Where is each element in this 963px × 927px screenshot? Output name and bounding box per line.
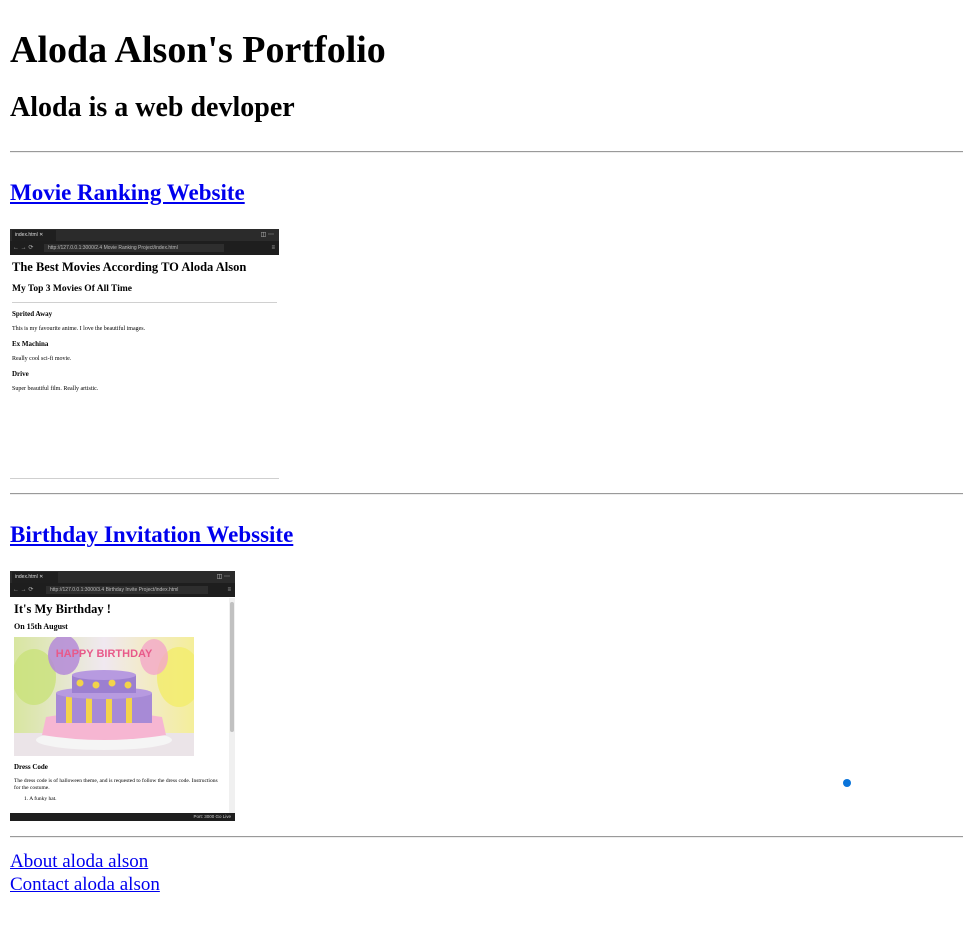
menu-icon: ≡ (227, 587, 231, 593)
about-link[interactable]: About aloda alson (10, 850, 963, 873)
footer-links: About aloda alson Contact aloda alson (10, 850, 963, 896)
scrollbar-thumb (230, 602, 234, 732)
movie-title: Ex Machina (12, 340, 49, 348)
preview-bottom-line (10, 478, 279, 479)
preview-content: It's My Birthday ! On 15th August HAPPY … (10, 598, 229, 813)
preview-content: The Best Movies According TO Aloda Alson… (10, 255, 279, 393)
project-heading-birthday: Birthday Invitation Webssite (10, 521, 963, 549)
cursor-indicator-icon (843, 779, 851, 787)
project-heading-movie: Movie Ranking Website (10, 179, 963, 207)
movie-desc: This is my favourite anime. I love the b… (12, 326, 146, 332)
contact-link[interactable]: Contact aloda alson (10, 873, 963, 896)
divider (10, 836, 963, 838)
browser-tab: index.html ✕ (12, 572, 58, 583)
birthday-invitation-link[interactable]: Birthday Invitation Webssite (10, 522, 293, 547)
browser-tab-bar: index.html ✕ ◫ ⋯ (10, 571, 235, 583)
browser-url-bar: ← → ⟳ http://127.0.0.1:3000/3.4 Birthday… (10, 583, 235, 597)
browser-url-bar: ← → ⟳ http://127.0.0.1:3000/2.4 Movie Ra… (10, 241, 279, 255)
window-controls-icon: ◫ ⋯ (216, 574, 230, 580)
preview-scrollbar (229, 598, 235, 813)
preview-heading: It's My Birthday ! (14, 602, 111, 616)
movie-ranking-screenshot: index.html ✕ ◫ ⋯ ← → ⟳ http://127.0.0.1:… (10, 229, 279, 479)
page-subtitle: Aloda is a web devloper (10, 92, 295, 123)
preview-heading: The Best Movies According TO Aloda Alson (12, 260, 247, 274)
url-field: http://127.0.0.1:3000/2.4 Movie Ranking … (44, 244, 224, 252)
divider (10, 151, 963, 153)
movie-desc: Really cool sci-fi movie. (12, 356, 72, 362)
navigation-arrows-icon: ← → ⟳ (13, 587, 34, 593)
editor-status-bar: Port: 3000 Go Live (10, 813, 235, 821)
birthday-invitation-screenshot: index.html ✕ ◫ ⋯ ← → ⟳ http://127.0.0.1:… (10, 571, 235, 821)
navigation-arrows-icon: ← → ⟳ (13, 245, 34, 251)
dress-code-text: The dress code is of halloween theme, an… (14, 778, 218, 791)
divider (10, 493, 963, 495)
movie-desc: Super beautiful film. Really artistic. (12, 386, 99, 392)
preview-subheading: My Top 3 Movies Of All Time (12, 284, 132, 294)
preview-date: On 15th August (14, 622, 68, 631)
movie-title: Drive (12, 370, 29, 378)
preview-divider (12, 302, 277, 303)
cake-lettering: HAPPY BIRTHDAY (56, 648, 153, 660)
page-title: Aloda Alson's Portfolio (10, 29, 386, 71)
dress-code-list-item: 1. A funky hat. (24, 796, 57, 802)
movie-ranking-link[interactable]: Movie Ranking Website (10, 180, 245, 205)
browser-tab-bar: index.html ✕ ◫ ⋯ (10, 229, 279, 241)
movie-title: Sprited Away (12, 310, 53, 318)
url-field: http://127.0.0.1:3000/3.4 Birthday Invit… (46, 586, 208, 594)
menu-icon: ≡ (271, 245, 275, 251)
browser-tab: index.html ✕ (12, 230, 56, 241)
portfolio-page: Aloda Alson's Portfolio Aloda is a web d… (0, 0, 963, 896)
dress-code-heading: Dress Code (14, 763, 48, 771)
birthday-cake-image: HAPPY BIRTHDAY (14, 637, 194, 756)
window-controls-icon: ◫ ⋯ (260, 232, 274, 238)
